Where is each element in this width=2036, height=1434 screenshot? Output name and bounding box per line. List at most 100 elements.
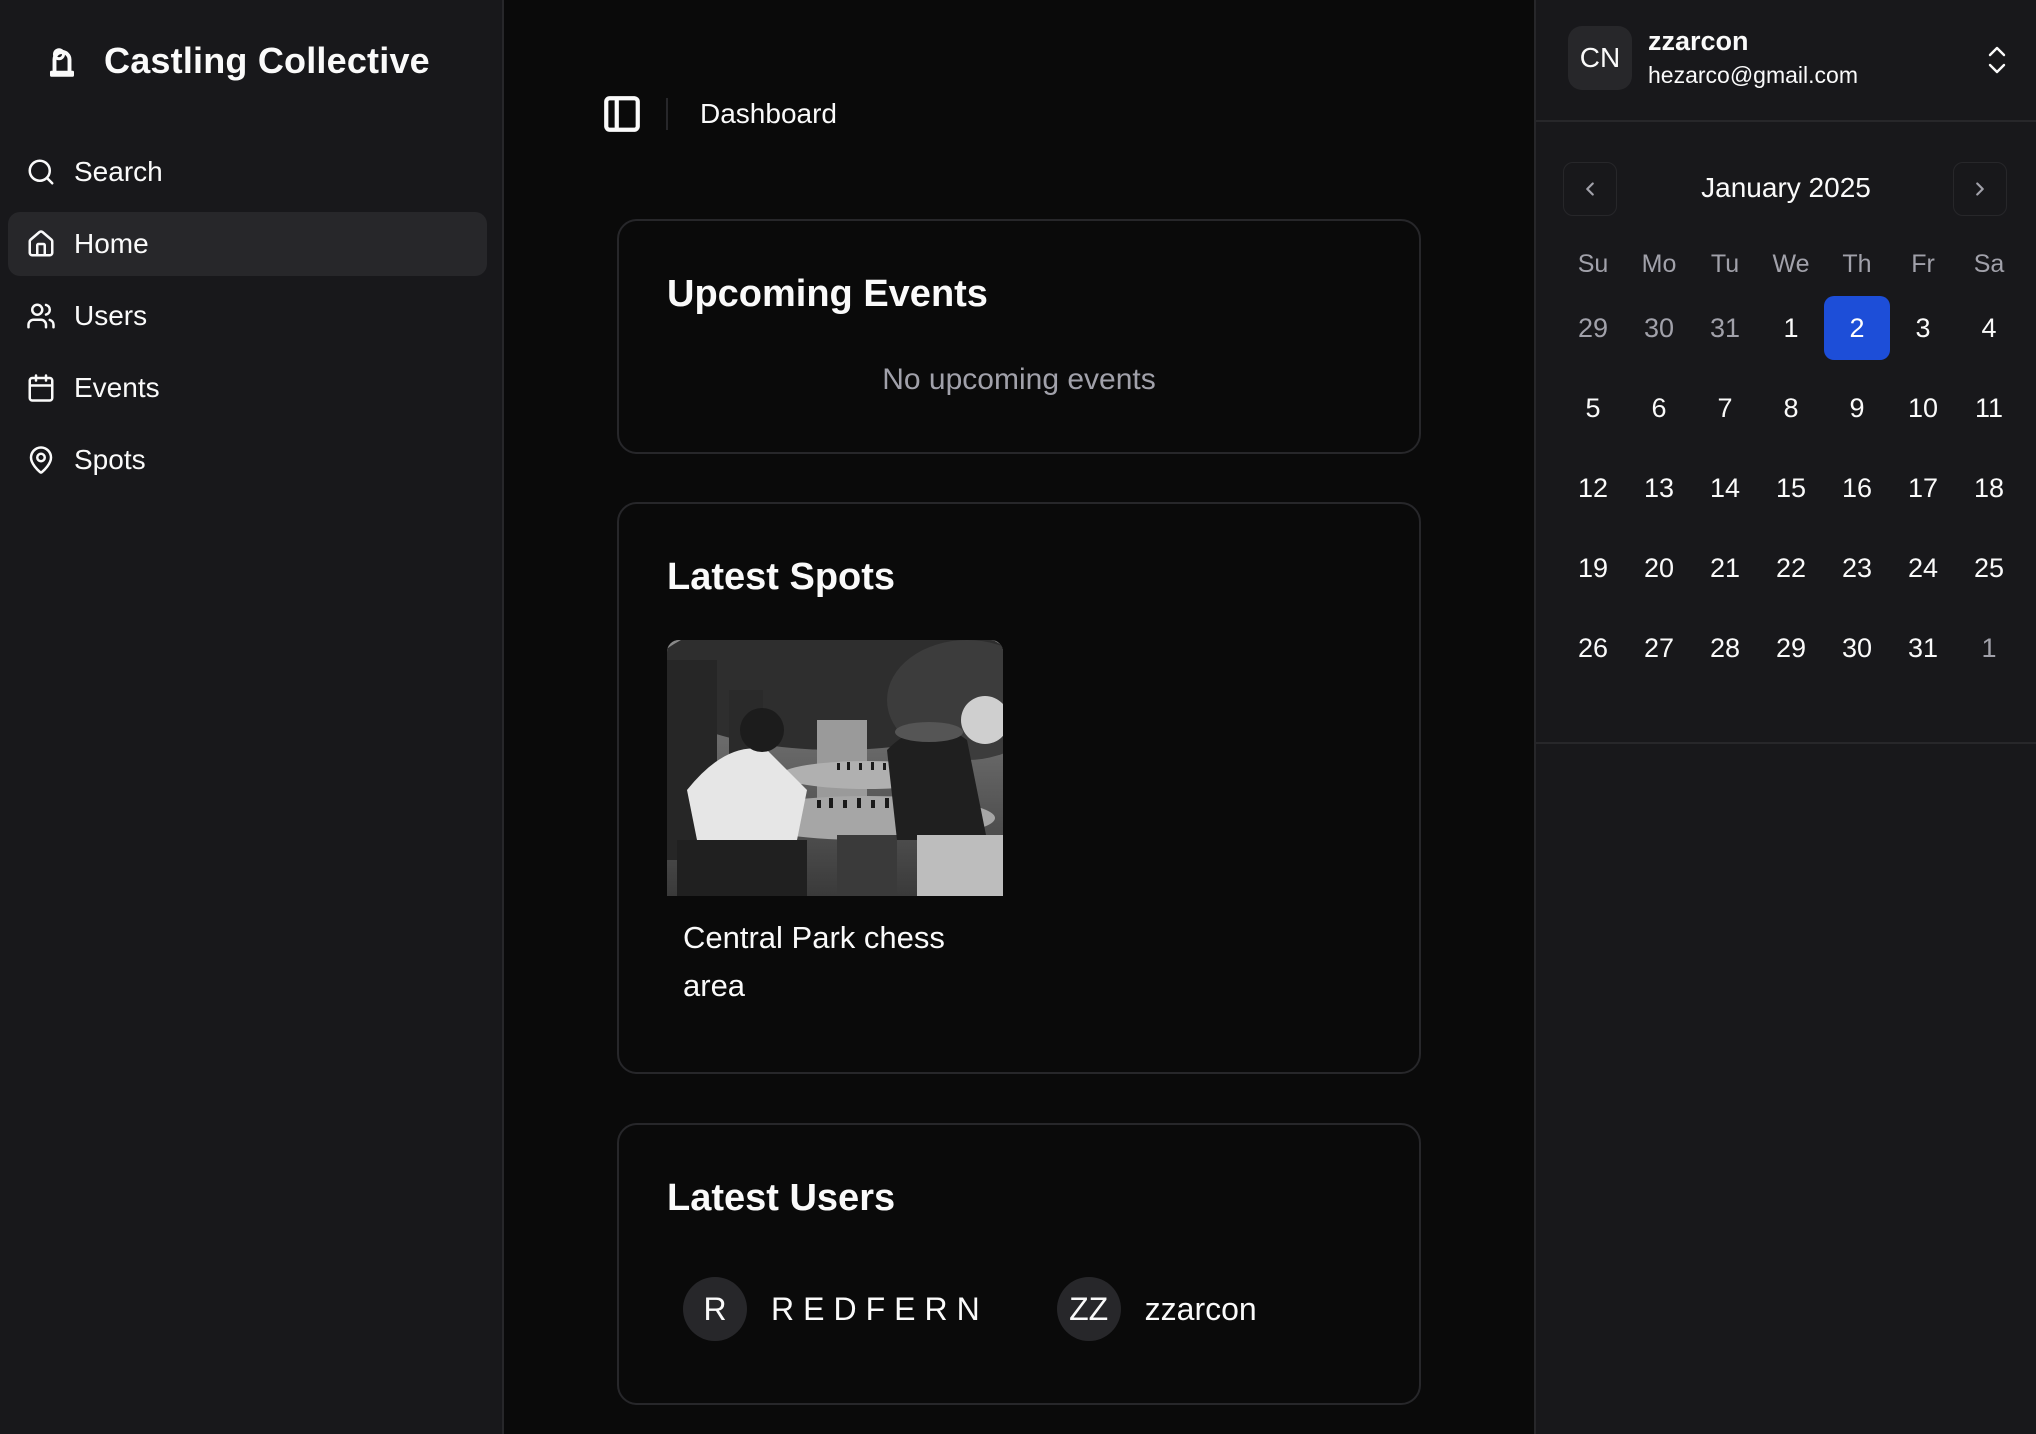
calendar-day[interactable]: 15 bbox=[1758, 456, 1824, 520]
spot-image bbox=[667, 640, 1003, 896]
avatar: R bbox=[683, 1277, 747, 1341]
calendar-week-row: 12 13 14 15 16 17 18 bbox=[1560, 448, 2022, 528]
calendar: January 2025 Su Mo Tu We Th Fr Sa 29 30 31… bbox=[1536, 124, 2036, 744]
calendar-weekdays: Su Mo Tu We Th Fr Sa bbox=[1560, 240, 2022, 288]
brand-name: Castling Collective bbox=[104, 40, 430, 81]
user-item[interactable]: R REDFERN bbox=[683, 1277, 989, 1341]
calendar-day[interactable]: 23 bbox=[1824, 536, 1890, 600]
sidebar-item-label: Search bbox=[74, 156, 163, 187]
calendar-week-row: 26 27 28 29 30 31 1 bbox=[1560, 608, 2022, 688]
calendar-day[interactable]: 17 bbox=[1890, 456, 1956, 520]
calendar-day[interactable]: 30 bbox=[1824, 616, 1890, 680]
latest-spots-title: Latest Spots bbox=[667, 556, 896, 598]
latest-spots-card: Latest Spots Central Park chess area bbox=[617, 502, 1421, 1074]
calendar-day[interactable]: 13 bbox=[1626, 456, 1692, 520]
calendar-week-row: 5 6 7 8 9 10 11 bbox=[1560, 368, 2022, 448]
map-pin-icon bbox=[29, 446, 53, 474]
calendar-day-outside[interactable]: 29 bbox=[1560, 296, 1626, 360]
calendar-day[interactable]: 19 bbox=[1560, 536, 1626, 600]
empty-events-message: No upcoming events bbox=[882, 363, 1156, 396]
calendar-day[interactable]: 16 bbox=[1824, 456, 1890, 520]
weekday-label: Mo bbox=[1641, 249, 1677, 278]
upcoming-events-card: Upcoming Events No upcoming events bbox=[617, 219, 1421, 454]
topbar: Dashboard bbox=[600, 92, 837, 136]
topbar-divider bbox=[666, 98, 668, 130]
sidebar-toggle-button[interactable] bbox=[600, 92, 644, 136]
chevrons-up-down-icon bbox=[1986, 44, 2008, 76]
home-icon bbox=[28, 230, 54, 257]
sidebar-item-home[interactable]: Home bbox=[8, 212, 487, 276]
weekday-label: We bbox=[1772, 249, 1810, 278]
calendar-week-row: 19 20 21 22 23 24 25 bbox=[1560, 528, 2022, 608]
calendar-day[interactable]: 3 bbox=[1890, 296, 1956, 360]
calendar-day[interactable]: 25 bbox=[1956, 536, 2022, 600]
avatar: CN bbox=[1568, 26, 1632, 90]
sidebar-item-label: Spots bbox=[74, 444, 146, 475]
calendar-day[interactable]: 27 bbox=[1626, 616, 1692, 680]
sidebar-item-events[interactable]: Events bbox=[8, 356, 487, 420]
brand[interactable]: Castling Collective bbox=[44, 38, 430, 84]
latest-users-title: Latest Users bbox=[667, 1177, 896, 1219]
account-switcher[interactable]: CN zzarcon hezarco@gmail.com bbox=[1536, 0, 2036, 122]
calendar-day[interactable]: 6 bbox=[1626, 376, 1692, 440]
calendar-day[interactable]: 10 bbox=[1890, 376, 1956, 440]
calendar-day[interactable]: 31 bbox=[1890, 616, 1956, 680]
weekday-label: Tu bbox=[1710, 249, 1740, 278]
sidebar-item-spots[interactable]: Spots bbox=[8, 428, 487, 492]
sidebar-nav: Search Home Users Events Spots bbox=[8, 140, 487, 500]
calendar-day-outside[interactable]: 30 bbox=[1626, 296, 1692, 360]
calendar-day[interactable]: 7 bbox=[1692, 376, 1758, 440]
sidebar: Castling Collective Search Home Users Ev… bbox=[0, 0, 504, 1434]
calendar-icon bbox=[28, 374, 54, 402]
chess-rook-icon bbox=[50, 48, 74, 77]
calendar-day[interactable]: 1 bbox=[1758, 296, 1824, 360]
weekday-label: Su bbox=[1577, 249, 1609, 278]
weekday-label: Sa bbox=[1973, 249, 2005, 278]
sidebar-item-users[interactable]: Users bbox=[8, 284, 487, 348]
breadcrumb: Dashboard bbox=[700, 98, 837, 129]
calendar-weeks: 29 30 31 1 2 3 4 5 6 7 8 9 10 11 12 13 14 15 16 17 18 19 20 21 2… bbox=[1560, 288, 2022, 688]
spot-item[interactable]: Central Park chess area bbox=[667, 640, 1003, 1010]
calendar-day-outside[interactable]: 1 bbox=[1956, 616, 2022, 680]
calendar-day[interactable]: 12 bbox=[1560, 456, 1626, 520]
right-panel: CN zzarcon hezarco@gmail.com January 202… bbox=[1534, 0, 2036, 1434]
users-icon bbox=[27, 303, 55, 329]
calendar-day-outside[interactable]: 31 bbox=[1692, 296, 1758, 360]
users-list: R REDFERN ZZ zzarcon bbox=[683, 1277, 1325, 1341]
latest-users-card: Latest Users R REDFERN ZZ zzarcon bbox=[617, 1123, 1421, 1405]
weekday-label: Fr bbox=[1911, 249, 1935, 278]
user-item[interactable]: ZZ zzarcon bbox=[1056, 1277, 1257, 1341]
sidebar-toggle-icon bbox=[604, 96, 640, 132]
search-icon bbox=[28, 159, 54, 185]
calendar-day[interactable]: 29 bbox=[1758, 616, 1824, 680]
sidebar-item-label: Home bbox=[74, 228, 149, 259]
calendar-day[interactable]: 21 bbox=[1692, 536, 1758, 600]
user-name: REDFERN bbox=[771, 1290, 989, 1327]
calendar-day[interactable]: 18 bbox=[1956, 456, 2022, 520]
calendar-day[interactable]: 5 bbox=[1560, 376, 1626, 440]
calendar-day[interactable]: 14 bbox=[1692, 456, 1758, 520]
calendar-day[interactable]: 24 bbox=[1890, 536, 1956, 600]
calendar-day-selected[interactable]: 2 bbox=[1824, 296, 1890, 360]
calendar-day[interactable]: 22 bbox=[1758, 536, 1824, 600]
spot-name: Central Park chess area bbox=[683, 920, 945, 1003]
account-email: hezarco@gmail.com bbox=[1648, 62, 1858, 88]
weekday-label: Th bbox=[1842, 249, 1872, 278]
account-name: zzarcon bbox=[1648, 26, 1749, 56]
calendar-day[interactable]: 28 bbox=[1692, 616, 1758, 680]
calendar-day[interactable]: 20 bbox=[1626, 536, 1692, 600]
sidebar-item-label: Users bbox=[74, 300, 148, 331]
calendar-day[interactable]: 26 bbox=[1560, 616, 1626, 680]
calendar-day[interactable]: 8 bbox=[1758, 376, 1824, 440]
calendar-week-row: 29 30 31 1 2 3 4 bbox=[1560, 288, 2022, 368]
main-content: Dashboard Upcoming Events No upcoming ev… bbox=[504, 0, 1534, 1434]
next-month-button[interactable] bbox=[1953, 162, 2007, 216]
calendar-day[interactable]: 9 bbox=[1824, 376, 1890, 440]
calendar-day[interactable]: 4 bbox=[1956, 296, 2022, 360]
chevron-right-icon bbox=[1976, 182, 1984, 196]
sidebar-item-label: Events bbox=[74, 372, 160, 403]
upcoming-events-title: Upcoming Events bbox=[667, 273, 988, 315]
calendar-day[interactable]: 11 bbox=[1956, 376, 2022, 440]
avatar: ZZ bbox=[1056, 1277, 1121, 1341]
sidebar-item-search[interactable]: Search bbox=[8, 140, 487, 204]
